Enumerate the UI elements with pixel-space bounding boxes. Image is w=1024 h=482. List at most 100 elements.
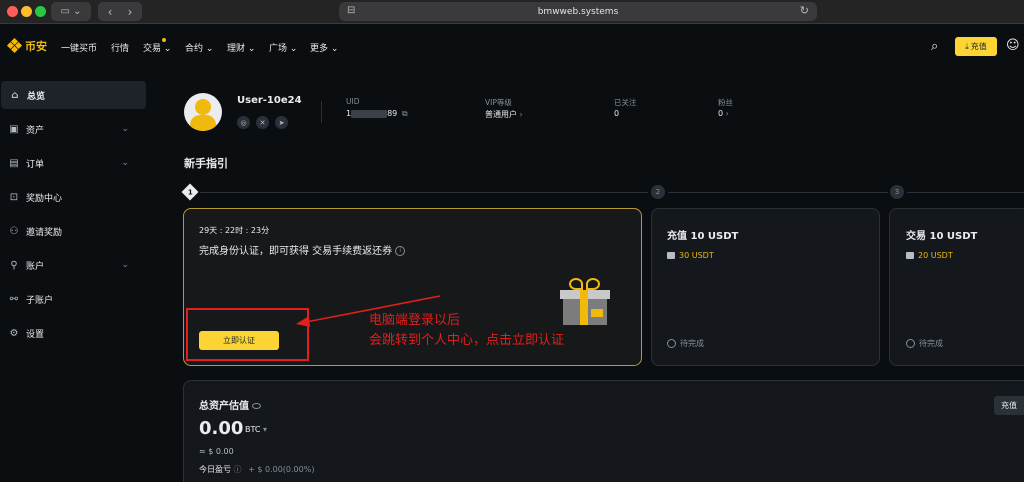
sidebar-item-sub-account[interactable]: ⚯ 子账户: [0, 285, 145, 313]
nav-trade[interactable]: 交易 ⌄: [143, 41, 171, 54]
user-icon: ⚲: [10, 259, 18, 271]
step-badge-1: 1: [181, 183, 199, 201]
nav-earn-label: 理财: [227, 44, 246, 54]
chevron-down-icon: ⌄: [121, 124, 129, 134]
reward-icon: ⊡: [9, 191, 19, 203]
history-nav: ‹ ›: [98, 2, 142, 21]
top-nav: 币安 一键买币 行情 交易 ⌄ 合约 ⌄ 理财 ⌄ 广场 ⌄ 更多 ⌄ ⌕ ⤓ …: [0, 24, 1024, 68]
minimize-window-button[interactable]: [21, 6, 32, 17]
vip-label: VIP等级: [485, 98, 512, 107]
divider: [321, 101, 322, 123]
pnl-label: 今日盈亏: [199, 465, 231, 474]
chevron-down-icon: ⌄: [330, 44, 339, 54]
verify-task-label: 完成身份认证，即可获得 交易手续费返还券: [199, 246, 393, 257]
brand-logo[interactable]: 币安: [6, 37, 47, 54]
chevron-right-icon[interactable]: ›: [120, 5, 140, 19]
telegram-icon[interactable]: ➤: [275, 116, 288, 129]
page-settings-icon[interactable]: ⊟: [347, 5, 355, 16]
followers-value[interactable]: 0 ›: [718, 109, 729, 118]
guide-title: 新手指引: [184, 157, 228, 170]
eye-icon[interactable]: [252, 403, 261, 409]
info-icon[interactable]: i: [395, 246, 406, 256]
asset-unit-text: BTC: [245, 425, 261, 434]
chevron-right-icon: ›: [725, 109, 729, 118]
avatar[interactable]: [184, 93, 222, 131]
uid-value: 1 89 ⧉: [346, 109, 408, 119]
chevron-down-icon: ⌄: [121, 158, 129, 168]
nav-markets[interactable]: 行情: [111, 41, 129, 54]
trade-task-title: 交易 10 USDT: [906, 231, 978, 242]
sidebar-item-label: 奖励中心: [26, 193, 63, 204]
sub-account-icon: ⚯: [9, 293, 19, 305]
uid-suffix: 89: [387, 109, 398, 118]
nav-buy-crypto[interactable]: 一键买币: [61, 41, 97, 54]
address-bar[interactable]: ⊟ bmwweb.systems ↻: [339, 2, 817, 21]
reload-icon[interactable]: ↻: [800, 4, 809, 17]
asset-value: 0.00: [199, 418, 244, 439]
followers-label: 粉丝: [718, 98, 733, 107]
sidebar-item-assets[interactable]: ▣ 资产 ⌄: [0, 115, 145, 143]
clock-icon: [667, 339, 676, 348]
following-label: 已关注: [614, 98, 637, 107]
annotation-text: 电脑端登录以后 会跳转到个人中心，点击立即认证: [369, 311, 564, 351]
countdown-timer: 29天 : 22时 : 23分: [199, 226, 270, 235]
uid-redacted: [351, 109, 388, 118]
sidebar-item-referral[interactable]: ⚇ 邀请奖励: [0, 217, 145, 245]
info-icon[interactable]: ⓘ: [234, 465, 242, 474]
chevron-down-icon: ⌄: [247, 44, 256, 54]
followers-count: 0: [718, 109, 724, 118]
nav-futures-label: 合约: [185, 44, 204, 54]
deposit-button[interactable]: ⤓ 充值: [955, 37, 997, 56]
sidebar: ⌂ 总览 ▣ 资产 ⌄ ▤ 订单 ⌄ ⊡ 奖励中心 ⚇ 邀请奖励 ⚲ 账户 ⌄ …: [0, 68, 150, 482]
step-badge-2: 2: [651, 185, 665, 199]
sidebar-item-overview[interactable]: ⌂ 总览: [1, 81, 146, 109]
chevron-left-icon[interactable]: ‹: [100, 5, 120, 19]
sidebar-item-label: 邀请奖励: [26, 227, 63, 238]
nav-square[interactable]: 广场 ⌄: [269, 41, 297, 54]
chevron-down-icon: ⌄: [121, 260, 129, 270]
copy-icon[interactable]: ⧉: [402, 109, 408, 118]
sidebar-item-label: 总览: [27, 91, 46, 102]
search-icon[interactable]: ⌕: [931, 39, 938, 54]
download-icon: ⤓: [965, 41, 969, 51]
user-profile-icon[interactable]: ☺: [1006, 38, 1020, 53]
sidebar-item-rewards[interactable]: ⊡ 奖励中心: [0, 183, 145, 211]
asset-title-text: 总资产估值: [199, 401, 249, 412]
sidebar-item-account[interactable]: ⚲ 账户 ⌄: [0, 251, 145, 279]
caret-down-icon: ▾: [263, 425, 268, 434]
browser-toolbar: ▭ ⌄ ‹ › ⊟ bmwweb.systems ↻: [0, 0, 1024, 24]
asset-unit-select[interactable]: BTC ▾: [245, 425, 267, 434]
asset-deposit-button[interactable]: 充值: [994, 396, 1024, 415]
step-connector: [668, 192, 888, 193]
annotation-line-2: 会跳转到个人中心，点击立即认证: [369, 333, 565, 348]
x-icon[interactable]: ✕: [256, 116, 269, 129]
close-window-button[interactable]: [7, 6, 18, 17]
zoom-window-button[interactable]: [35, 6, 46, 17]
following-value: 0: [614, 109, 620, 118]
sidebar-item-orders[interactable]: ▤ 订单 ⌄: [0, 149, 145, 177]
step-badge-3: 3: [890, 185, 904, 199]
gear-icon: ⚙: [9, 327, 19, 339]
asset-title: 总资产估值: [199, 397, 261, 412]
chevron-down-icon: ⌄: [205, 44, 214, 54]
annotation-line-1: 电脑端登录以后: [369, 313, 461, 328]
nav-more[interactable]: 更多 ⌄: [310, 41, 338, 54]
annotation-highlight-box: [186, 308, 309, 361]
binance-logo-icon: [6, 37, 23, 54]
sidebar-toggle-button[interactable]: ▭ ⌄: [51, 2, 91, 21]
coupon-icon: [667, 252, 675, 259]
sidebar-item-settings[interactable]: ⚙ 设置: [0, 319, 145, 347]
sidebar-item-label: 子账户: [26, 295, 54, 306]
instagram-icon[interactable]: ◎: [237, 116, 250, 129]
nav-earn[interactable]: 理财 ⌄: [227, 41, 255, 54]
orders-icon: ▤: [9, 157, 19, 169]
trade-task-status: 待完成: [906, 338, 943, 349]
verify-task-text: 完成身份认证，即可获得 交易手续费返还券 i: [199, 242, 406, 257]
sidebar-item-label: 订单: [26, 159, 45, 170]
gift-box-icon: [560, 276, 610, 326]
clock-icon: [906, 339, 915, 348]
vip-value[interactable]: 普通用户 ›: [485, 109, 523, 120]
nav-futures[interactable]: 合约 ⌄: [185, 41, 213, 54]
username: User-10e24: [237, 95, 302, 106]
notification-dot: [162, 38, 166, 42]
